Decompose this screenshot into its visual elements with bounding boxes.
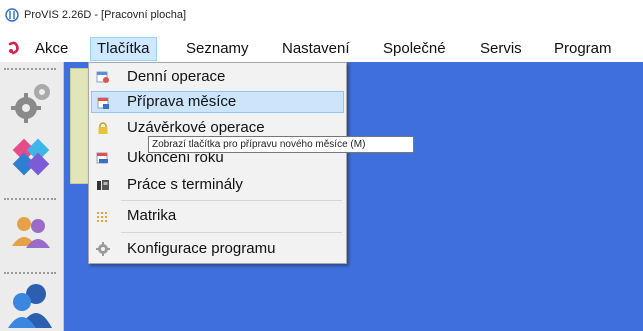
menu-item-label: Uzávěrkové operace: [127, 119, 265, 136]
menu-separator: [121, 232, 342, 233]
provis-logo-icon: [8, 41, 19, 55]
puzzle-icon[interactable]: [6, 134, 58, 182]
menu-item-label: Denní operace: [127, 68, 226, 85]
matrix-icon: [97, 212, 107, 222]
menu-program[interactable]: Program: [548, 37, 618, 61]
menu-separator: [121, 200, 342, 201]
toolbar-separator: [4, 68, 56, 70]
menu-tlacitka[interactable]: Tlačítka: [90, 37, 157, 61]
calendar-clock-icon: [96, 71, 109, 83]
calendar-year-icon: [96, 152, 108, 164]
menu-seznamy[interactable]: Seznamy: [180, 37, 255, 61]
calendar-month-icon: [97, 97, 109, 109]
toolbar-separator: [4, 198, 56, 200]
menu-bar: Akce Tlačítka Seznamy Nastavení Společné…: [0, 34, 643, 62]
users-icon[interactable]: [6, 208, 58, 256]
chat-people-icon[interactable]: [6, 280, 58, 328]
menu-spolecne[interactable]: Společné: [377, 37, 452, 61]
menu-item-label: Práce s terminály: [127, 176, 243, 193]
menu-item-denni-operace[interactable]: Denní operace: [91, 66, 344, 88]
gears-icon[interactable]: [6, 78, 58, 126]
tooltip: Zobrazí tlačítka pro přípravu nového měs…: [148, 136, 414, 153]
tlacitka-dropdown: Denní operace Příprava měsíce Uzávěrkové…: [88, 62, 347, 264]
window-title: ProVIS 2.26D - [Pracovní plocha]: [24, 9, 187, 21]
menu-servis[interactable]: Servis: [474, 37, 528, 61]
left-toolbar: [0, 62, 64, 331]
menu-item-label: Matrika: [127, 207, 177, 224]
menu-akce[interactable]: Akce: [29, 37, 74, 61]
terminal-icon: [97, 180, 109, 190]
title-bar: ProVIS 2.26D - [Pracovní plocha]: [0, 0, 643, 32]
menu-item-label: Konfigurace programu: [127, 240, 276, 257]
toolbar-separator: [4, 272, 56, 274]
menu-nastaveni[interactable]: Nastavení: [276, 37, 356, 61]
gear-icon: [96, 242, 110, 256]
menu-item-prace-s-terminaly[interactable]: Práce s terminály: [91, 174, 344, 196]
app-logo-icon: [5, 8, 19, 22]
menu-item-matrika[interactable]: Matrika: [91, 205, 344, 227]
menu-item-label: Příprava měsíce: [127, 93, 237, 110]
menu-item-priprava-mesice[interactable]: Příprava měsíce: [91, 91, 344, 113]
lock-icon: [98, 122, 108, 134]
menu-item-konfigurace-programu[interactable]: Konfigurace programu: [91, 238, 344, 260]
